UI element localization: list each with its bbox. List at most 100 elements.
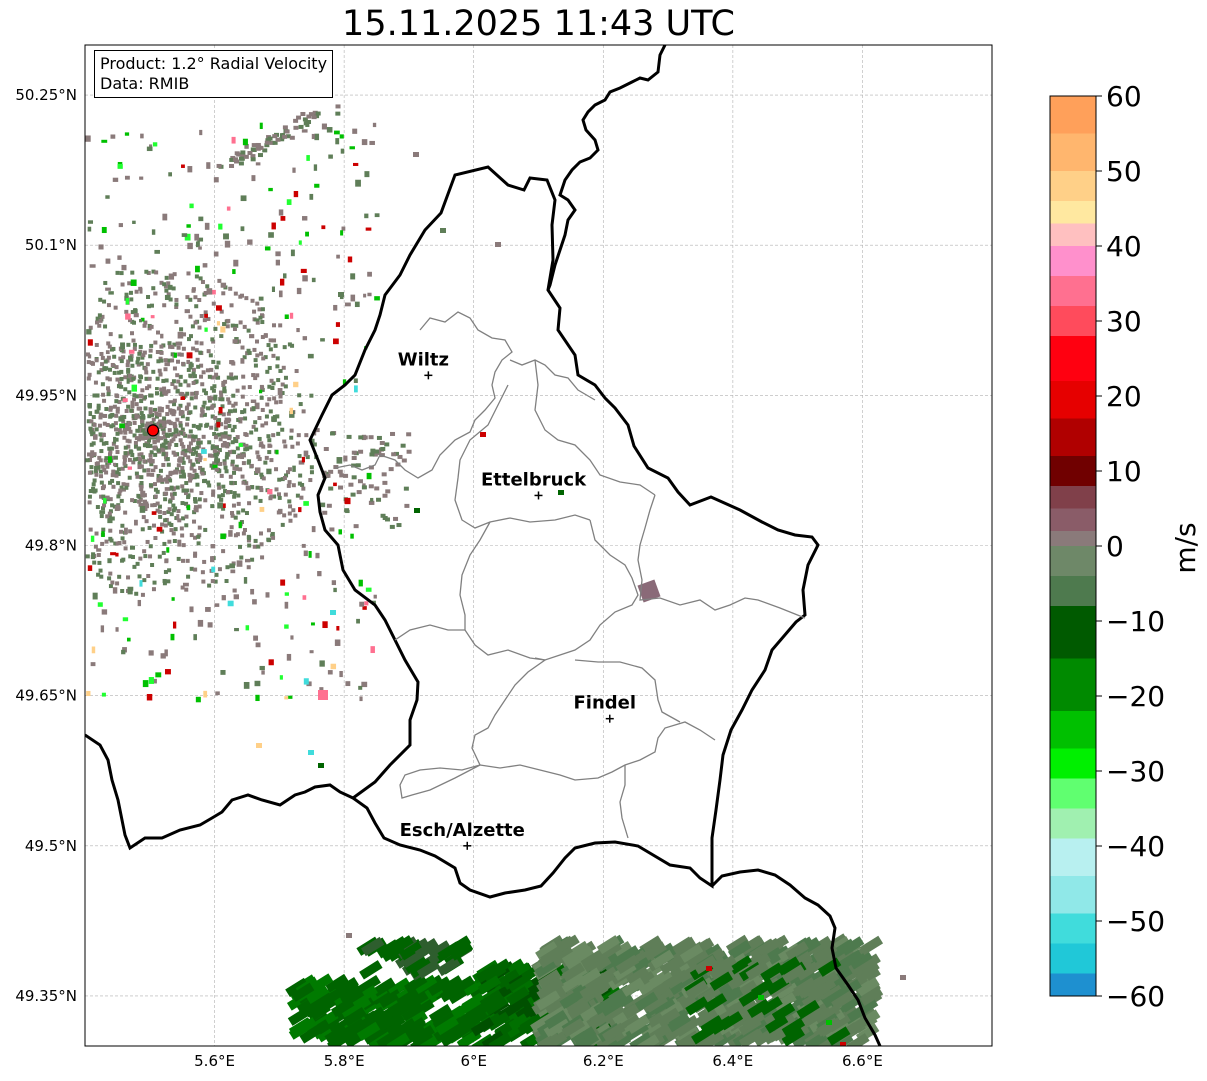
echo-cell xyxy=(176,509,181,514)
echo-cell xyxy=(175,341,180,346)
echo-cell xyxy=(216,421,221,428)
echo-cell xyxy=(264,414,269,419)
echo-cell xyxy=(181,164,185,168)
echo-cell xyxy=(124,408,129,413)
echo-cell xyxy=(350,533,354,539)
echo-cell xyxy=(232,326,237,331)
echo-cell xyxy=(178,374,183,379)
y-tick-label: 49.5°N xyxy=(25,837,77,855)
echo-cell xyxy=(111,484,116,489)
echo-cell xyxy=(107,518,113,524)
echo-cell xyxy=(181,233,188,237)
echo-cell xyxy=(104,406,109,411)
echo-cell xyxy=(141,515,146,520)
echo-cell xyxy=(164,649,168,657)
echo-cell xyxy=(174,469,179,474)
echo-cell xyxy=(256,743,262,748)
echo-cell xyxy=(194,348,199,353)
echo-cell xyxy=(126,575,131,580)
echo-cell xyxy=(151,229,156,235)
echo-cell xyxy=(162,303,167,308)
echo-cell xyxy=(373,594,377,599)
echo-cell xyxy=(261,670,265,675)
echo-cell xyxy=(390,431,396,436)
echo-cell xyxy=(339,670,343,678)
echo-cell xyxy=(155,350,160,355)
echo-cell xyxy=(101,609,108,615)
echo-cell xyxy=(385,489,391,494)
echo-cell xyxy=(219,497,224,502)
echo-cell xyxy=(321,225,326,230)
echo-cell xyxy=(235,532,240,537)
colorbar-segment xyxy=(1050,96,1096,134)
echo-cell xyxy=(85,554,90,559)
echo-cell xyxy=(120,536,125,541)
echo-cell xyxy=(138,374,143,379)
echo-cell xyxy=(119,359,124,364)
echo-cell xyxy=(163,391,168,396)
colorbar-segment xyxy=(1050,133,1096,172)
echo-cell xyxy=(304,433,309,438)
echo-cell xyxy=(180,484,185,489)
echo-cell xyxy=(151,286,156,291)
echo-cell xyxy=(144,370,149,375)
echo-cell xyxy=(363,293,367,298)
echo-cell xyxy=(105,195,110,199)
echo-cell xyxy=(100,625,105,633)
echo-cell xyxy=(224,240,231,248)
echo-cell xyxy=(140,490,146,498)
echo-cell xyxy=(211,566,216,573)
echo-cell xyxy=(287,499,292,504)
echo-cell xyxy=(308,478,313,483)
colorbar-segment xyxy=(1050,973,1096,997)
echo-cell xyxy=(92,592,98,600)
echo-cell xyxy=(136,406,141,411)
echo-cell xyxy=(210,579,215,584)
echo-cell xyxy=(303,678,309,685)
echo-cell xyxy=(164,288,169,293)
echo-cell xyxy=(207,453,212,458)
echo-cell xyxy=(369,452,375,457)
echo-cell xyxy=(309,193,314,200)
echo-cell xyxy=(280,216,286,221)
colorbar-tick-label: 0 xyxy=(1106,530,1124,563)
echo-cell xyxy=(118,223,123,228)
echo-cell xyxy=(150,472,155,477)
echo-cell xyxy=(194,340,199,345)
echo-cell xyxy=(97,323,102,328)
echo-cell xyxy=(86,690,91,697)
echo-cell xyxy=(88,411,93,416)
echo-cell xyxy=(135,561,140,566)
echo-cell xyxy=(137,465,142,470)
echo-cell xyxy=(380,446,386,451)
echo-cell xyxy=(186,352,193,359)
echo-cell xyxy=(440,228,446,233)
colorbar-tick-label: −40 xyxy=(1106,830,1165,863)
echo-cell xyxy=(168,470,173,475)
echo-cell xyxy=(318,763,324,768)
echo-cell xyxy=(301,409,306,414)
echo-cell xyxy=(126,378,130,384)
echo-cell xyxy=(124,132,130,136)
echo-cell xyxy=(201,479,206,484)
echo-cell xyxy=(149,450,154,455)
echo-cell xyxy=(381,472,387,477)
echo-cell xyxy=(333,587,337,593)
echo-cell xyxy=(159,344,164,349)
echo-cell xyxy=(220,533,226,540)
echo-cell xyxy=(133,440,138,445)
echo-cell xyxy=(243,432,248,437)
echo-cell xyxy=(235,454,240,459)
echo-cell xyxy=(119,369,124,374)
echo-cell xyxy=(109,424,114,429)
echo-cell xyxy=(165,412,170,417)
echo-cell xyxy=(278,394,283,399)
echo-cell xyxy=(413,152,419,157)
echo-cell xyxy=(221,484,226,489)
colorbar-segment xyxy=(1050,778,1096,809)
echo-cell xyxy=(303,501,309,506)
echo-cell xyxy=(278,323,283,328)
echo-cell xyxy=(195,265,200,273)
echo-cell xyxy=(286,483,291,488)
echo-cell xyxy=(122,461,127,466)
